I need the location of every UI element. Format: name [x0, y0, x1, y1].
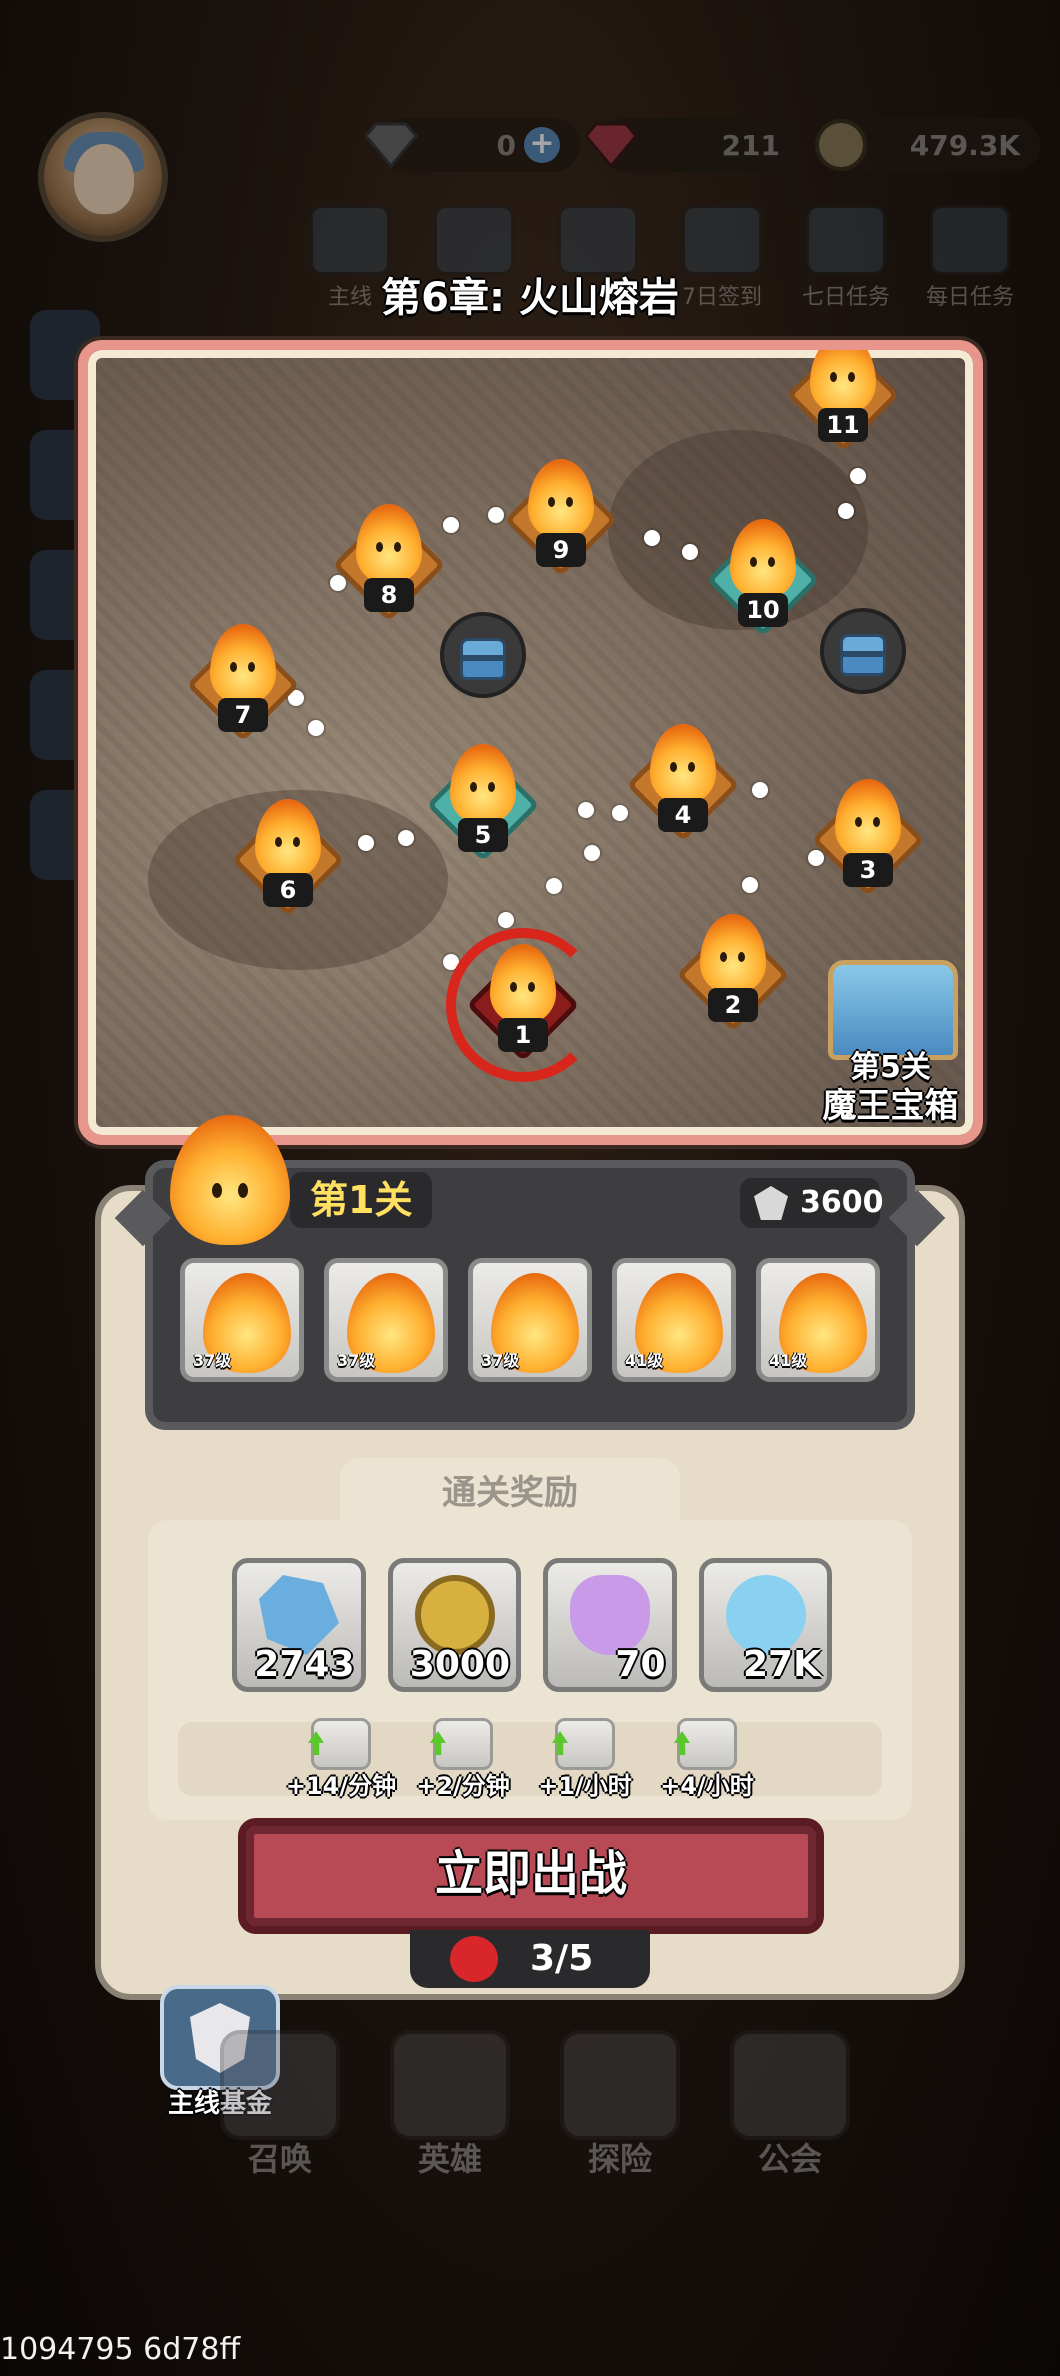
- path-dot: [838, 503, 854, 519]
- stage-title: 第1关: [290, 1172, 433, 1228]
- reward-item-coin[interactable]: 3000: [387, 1558, 521, 1692]
- path-dot: [358, 835, 374, 851]
- path-dot: [578, 802, 594, 818]
- enemy-card[interactable]: 41级: [612, 1258, 736, 1382]
- stage-node-7[interactable]: 7: [186, 624, 300, 742]
- reward-item-blue-potion[interactable]: 27K: [698, 1558, 832, 1692]
- rate-blue-potion: +14/分钟: [276, 1718, 406, 1801]
- stage-node-10[interactable]: 10: [706, 519, 820, 637]
- blue-potion-icon: [725, 1575, 806, 1655]
- enemy-level: 37级: [193, 1351, 232, 1370]
- path-dot: [498, 912, 514, 928]
- path-dot: [443, 517, 459, 533]
- guild-shield-icon: [730, 2030, 850, 2140]
- combat-power-value: 3600: [800, 1185, 884, 1220]
- nav-heroes[interactable]: 英雄: [380, 2030, 520, 2190]
- purple-potion-icon: [570, 1575, 650, 1655]
- bottom-nav: 召唤 英雄 探险 公会: [210, 2030, 860, 2190]
- stage-node-5[interactable]: 5: [426, 744, 540, 862]
- purple-potion-up-icon: [555, 1718, 615, 1770]
- path-dot: [752, 782, 768, 798]
- stage-node-6[interactable]: 6: [231, 799, 345, 917]
- crystal-icon: [259, 1575, 339, 1655]
- enemy-card[interactable]: 37级: [324, 1258, 448, 1382]
- battle-now-label: 立即出战: [434, 1846, 627, 1902]
- apple-icon: [450, 1936, 498, 1982]
- path-dot: [644, 530, 660, 546]
- boss-chest-title: 魔王宝箱: [822, 1086, 959, 1126]
- compass-icon: [560, 2030, 680, 2140]
- stage-node-9[interactable]: 9: [504, 459, 618, 577]
- reward-item-crystal[interactable]: 2743: [232, 1558, 366, 1692]
- nav-guild[interactable]: 公会: [720, 2030, 860, 2190]
- battle-now-button[interactable]: 立即出战: [238, 1818, 824, 1934]
- stage10-chest-icon[interactable]: [820, 608, 906, 694]
- stage-node-3[interactable]: 3: [811, 779, 925, 897]
- stage-node-1[interactable]: 1: [446, 928, 600, 1082]
- nav-summon[interactable]: 召唤: [210, 2030, 350, 2190]
- crystal-up-icon: [677, 1718, 737, 1770]
- stage-node-11[interactable]: 11: [786, 350, 900, 452]
- chapter-map: 1 2 3 4 5 6 7 8 9 10 11 第5关 魔王宝箱: [78, 340, 983, 1145]
- coin-up-icon: [433, 1718, 493, 1770]
- enemy-level: 41级: [769, 1351, 808, 1370]
- summon-icon: [220, 2030, 340, 2140]
- path-dot: [850, 468, 866, 484]
- enemy-level: 41级: [625, 1351, 664, 1370]
- rate-coin: +2/分钟: [398, 1718, 528, 1801]
- path-dot: [742, 877, 758, 893]
- path-dot: [308, 720, 324, 736]
- path-dot: [398, 830, 414, 846]
- rate-crystal: +4/小时: [642, 1718, 772, 1801]
- path-dot: [682, 544, 698, 560]
- chapter-title: 第6章: 火山熔岩: [381, 275, 679, 321]
- path-dot: [584, 845, 600, 861]
- enemy-card[interactable]: 37级: [468, 1258, 592, 1382]
- stage-node-4[interactable]: 4: [626, 724, 740, 842]
- stamina-value: 3/5: [530, 1938, 594, 1979]
- reward-item-purple-potion[interactable]: 70: [543, 1558, 677, 1692]
- nav-explore[interactable]: 探险: [550, 2030, 690, 2190]
- boss-chest[interactable]: 第5关 魔王宝箱: [808, 960, 973, 1130]
- path-dot: [546, 878, 562, 894]
- power-icon: [754, 1186, 788, 1220]
- blue-potion-up-icon: [311, 1718, 371, 1770]
- stage5-chest-icon[interactable]: [440, 612, 526, 698]
- enemy-level: 37级: [481, 1351, 520, 1370]
- enemy-card[interactable]: 41级: [756, 1258, 880, 1382]
- coin-icon: [414, 1575, 495, 1655]
- enemy-card[interactable]: 37级: [180, 1258, 304, 1382]
- path-dot: [612, 805, 628, 821]
- combat-power: 3600: [740, 1178, 884, 1228]
- stage-node-8[interactable]: 8: [332, 504, 446, 622]
- stage-node-2[interactable]: 2: [676, 914, 790, 1032]
- stamina-counter: 3/5: [410, 1930, 650, 1988]
- path-dot: [488, 507, 504, 523]
- reward-list: 2743 3000 70 27K: [232, 1558, 832, 1693]
- enemy-list: 37级 37级 37级 41级 41级: [180, 1258, 880, 1388]
- hero-icon: [390, 2030, 510, 2140]
- rate-purple-potion: +1/小时: [520, 1718, 650, 1801]
- enemy-level: 37级: [337, 1351, 376, 1370]
- rewards-tab-label: 通关奖励: [340, 1458, 680, 1528]
- debug-id: 1094795 6d78ff: [0, 2332, 241, 2367]
